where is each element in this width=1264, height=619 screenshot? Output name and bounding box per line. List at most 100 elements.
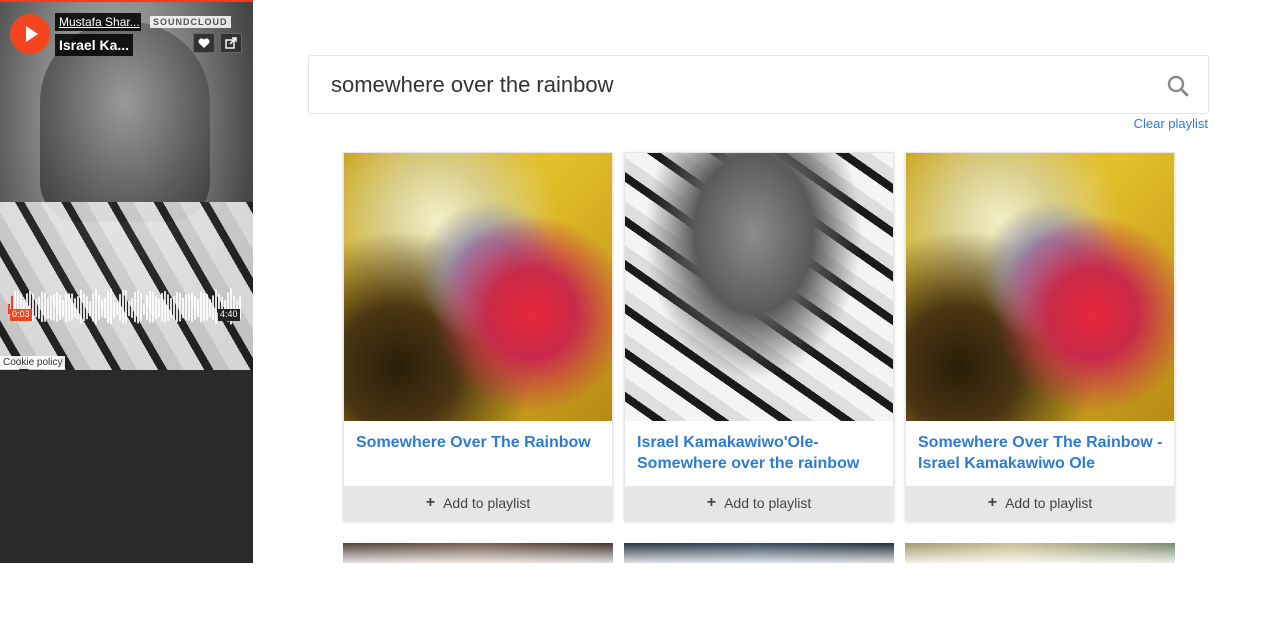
waveform-bar xyxy=(92,293,94,322)
waveform-bar xyxy=(167,294,169,321)
waveform-bar xyxy=(191,292,193,322)
waveform-bar xyxy=(107,290,109,323)
result-thumbnail[interactable] xyxy=(906,153,1174,421)
result-card: Somewhere Over The Rainbow + Add to play… xyxy=(343,152,613,521)
waveform-bar xyxy=(56,292,58,322)
waveform-bar xyxy=(146,295,148,320)
current-time: 0:03 xyxy=(10,309,32,321)
scroll-fade xyxy=(253,540,1264,564)
waveform-bar xyxy=(95,288,97,325)
waveform-bar xyxy=(119,294,121,321)
add-to-playlist-label: Add to playlist xyxy=(443,495,531,511)
plus-icon: + xyxy=(706,494,717,511)
waveform-bar xyxy=(179,292,181,322)
like-button[interactable] xyxy=(193,33,215,53)
waveform-bar xyxy=(77,296,79,320)
waveform-bar xyxy=(203,293,205,322)
waveform-bar xyxy=(62,300,64,317)
share-button[interactable] xyxy=(220,33,242,53)
waveform-bar xyxy=(131,298,133,318)
search-input[interactable] xyxy=(331,68,1151,102)
waveform-bar xyxy=(200,291,202,323)
waveform-bar xyxy=(53,294,55,321)
artist-link[interactable]: Mustafa Shar... xyxy=(55,13,141,31)
result-title[interactable]: Somewhere Over The Rainbow xyxy=(356,432,604,453)
waveform-bar xyxy=(71,293,73,321)
add-to-playlist-button[interactable]: + Add to playlist xyxy=(344,486,612,520)
plus-icon: + xyxy=(425,494,436,511)
add-to-playlist-label: Add to playlist xyxy=(724,495,812,511)
soundcloud-player[interactable]: Mustafa Shar... Israel Ka... SOUNDCLOUD … xyxy=(0,2,253,370)
waveform-bar xyxy=(110,288,112,325)
waveform-bar xyxy=(140,292,142,322)
waveform-bar xyxy=(44,292,46,322)
player-sidebar: Mustafa Shar... Israel Ka... SOUNDCLOUD … xyxy=(0,0,253,563)
waveform-bar xyxy=(137,289,139,324)
plus-icon: + xyxy=(987,494,998,511)
waveform-bar xyxy=(212,295,214,320)
waveform-bar xyxy=(194,295,196,320)
waveform-bar xyxy=(101,299,103,317)
result-card: Israel Kamakawiwo'Ole- Somewhere over th… xyxy=(624,152,894,521)
search-icon[interactable] xyxy=(1166,74,1190,98)
add-to-playlist-button[interactable]: + Add to playlist xyxy=(625,486,893,520)
waveform-bar xyxy=(68,293,70,322)
track-title[interactable]: Israel Ka... xyxy=(55,34,134,56)
waveform-bar xyxy=(155,296,157,320)
result-card: Somewhere Over The Rainbow - Israel Kama… xyxy=(905,152,1175,521)
page-bottom xyxy=(0,563,1264,619)
waveform-bar xyxy=(65,291,67,323)
clear-playlist-link[interactable]: Clear playlist xyxy=(1134,116,1208,131)
waveform-bar xyxy=(149,290,151,323)
waveform-bar xyxy=(122,289,124,324)
waveform-bar xyxy=(134,291,136,323)
waveform-bar xyxy=(143,303,145,315)
waveform-bar xyxy=(74,298,76,318)
waveform-bar xyxy=(86,296,88,320)
waveform-bar xyxy=(35,299,37,318)
waveform-bar xyxy=(164,291,166,323)
result-thumbnail[interactable] xyxy=(344,153,612,421)
play-button[interactable] xyxy=(10,14,50,54)
waveform-bar xyxy=(128,301,130,316)
search-box xyxy=(308,55,1209,114)
duration: 4:40 xyxy=(218,309,240,321)
waveform-bar xyxy=(185,294,187,321)
waveform-bar xyxy=(47,296,49,319)
result-title[interactable]: Israel Kamakawiwo'Ole- Somewhere over th… xyxy=(637,432,885,474)
waveform-bar xyxy=(83,293,85,322)
waveform-bar xyxy=(98,294,100,321)
waveform-bar xyxy=(161,292,163,322)
waveform-bar xyxy=(173,296,175,320)
waveform-bar xyxy=(170,298,172,318)
waveform-bar xyxy=(125,290,127,324)
waveform-bar xyxy=(116,302,118,316)
soundcloud-logo[interactable]: SOUNDCLOUD xyxy=(150,16,231,28)
result-thumbnail[interactable] xyxy=(625,153,893,421)
waveform-bar xyxy=(215,289,217,324)
play-icon xyxy=(26,26,38,42)
waveform-bar xyxy=(176,292,178,322)
waveform-bar xyxy=(182,297,184,319)
waveform-bar xyxy=(104,297,106,319)
waveform-bar xyxy=(152,291,154,323)
waveform-bar xyxy=(188,294,190,321)
waveform-bar xyxy=(158,299,160,318)
waveform[interactable] xyxy=(8,282,244,330)
waveform-bar xyxy=(206,294,208,321)
share-icon xyxy=(225,37,237,49)
waveform-bar xyxy=(32,293,34,321)
waveform-bar xyxy=(197,299,199,318)
waveform-bar xyxy=(59,294,61,321)
waveform-bar xyxy=(89,301,91,316)
heart-icon xyxy=(198,37,210,48)
add-to-playlist-label: Add to playlist xyxy=(1005,495,1093,511)
waveform-bar xyxy=(209,299,211,318)
waveform-bar xyxy=(113,297,115,319)
waveform-bar xyxy=(41,292,43,322)
result-title[interactable]: Somewhere Over The Rainbow - Israel Kama… xyxy=(918,432,1166,474)
waveform-bar xyxy=(50,295,52,320)
add-to-playlist-button[interactable]: + Add to playlist xyxy=(906,486,1174,520)
waveform-bar xyxy=(80,289,82,324)
cookie-policy-link[interactable]: Cookie policy xyxy=(0,356,66,369)
